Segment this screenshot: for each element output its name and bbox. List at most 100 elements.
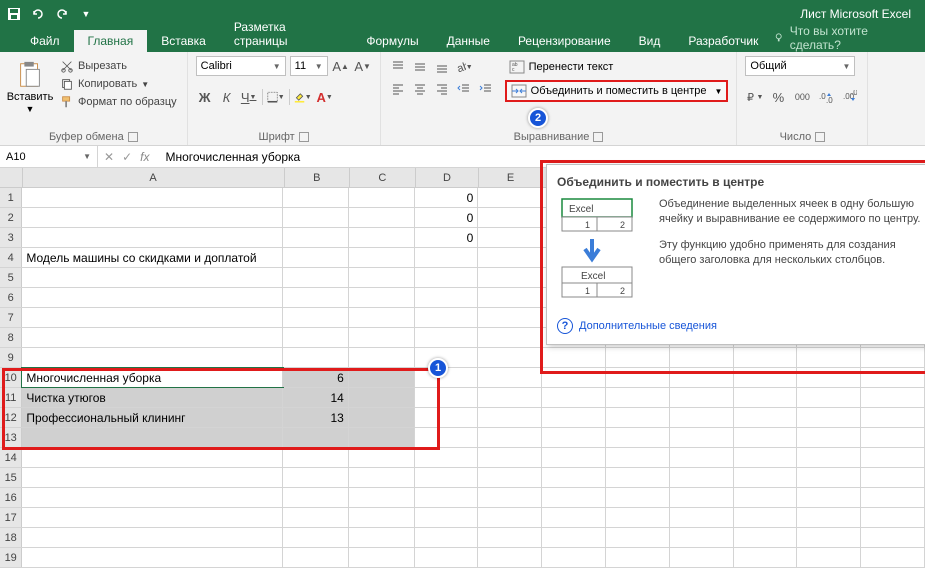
cell-I16[interactable] (734, 488, 798, 507)
cell-C12[interactable] (349, 408, 415, 427)
cell-J10[interactable] (797, 368, 861, 387)
alignment-launcher[interactable] (593, 132, 603, 142)
cell-E4[interactable] (478, 248, 542, 267)
cell-C1[interactable] (349, 188, 415, 207)
cell-C2[interactable] (349, 208, 415, 227)
cell-D1[interactable]: 0 (415, 188, 479, 207)
cell-C9[interactable] (349, 348, 415, 367)
cell-J19[interactable] (797, 548, 861, 567)
cell-A1[interactable] (22, 188, 283, 207)
cell-E17[interactable] (478, 508, 542, 527)
cell-J14[interactable] (797, 448, 861, 467)
row-header-14[interactable]: 14 (0, 448, 22, 467)
decrease-indent-icon[interactable] (455, 80, 473, 98)
cell-E11[interactable] (478, 388, 542, 407)
cell-B4[interactable] (283, 248, 349, 267)
cell-D8[interactable] (415, 328, 479, 347)
tab-file[interactable]: Файл (16, 30, 74, 52)
comma-style-icon[interactable]: 000 (793, 88, 811, 106)
cell-A7[interactable] (22, 308, 283, 327)
cell-D17[interactable] (415, 508, 479, 527)
cell-D5[interactable] (415, 268, 479, 287)
cell-C15[interactable] (349, 468, 415, 487)
row-header-9[interactable]: 9 (0, 348, 22, 367)
cell-H13[interactable] (670, 428, 734, 447)
cell-I9[interactable] (734, 348, 798, 367)
cell-J11[interactable] (797, 388, 861, 407)
cell-C10[interactable] (349, 368, 415, 387)
copy-button[interactable]: Копировать ▼ (58, 76, 179, 92)
cell-D14[interactable] (415, 448, 479, 467)
cell-C4[interactable] (349, 248, 415, 267)
tab-insert[interactable]: Вставка (147, 30, 220, 52)
cell-B19[interactable] (283, 548, 349, 567)
cell-F13[interactable] (542, 428, 606, 447)
cell-D12[interactable] (415, 408, 479, 427)
cell-E9[interactable] (478, 348, 542, 367)
cell-C16[interactable] (349, 488, 415, 507)
row-header-16[interactable]: 16 (0, 488, 22, 507)
cell-K10[interactable] (861, 368, 925, 387)
cell-J18[interactable] (797, 528, 861, 547)
cell-F9[interactable] (542, 348, 606, 367)
decrease-decimal-icon[interactable]: .00.0 (841, 88, 859, 106)
cell-J17[interactable] (797, 508, 861, 527)
name-box[interactable]: A10 ▼ (0, 146, 98, 167)
align-left-icon[interactable] (389, 80, 407, 98)
tab-formulas[interactable]: Формулы (352, 30, 432, 52)
cell-J13[interactable] (797, 428, 861, 447)
cell-B8[interactable] (283, 328, 349, 347)
cell-F14[interactable] (542, 448, 606, 467)
cell-G12[interactable] (606, 408, 670, 427)
cell-A2[interactable] (22, 208, 283, 227)
cell-K15[interactable] (861, 468, 925, 487)
fx-button[interactable]: fx (140, 150, 149, 164)
row-header-18[interactable]: 18 (0, 528, 22, 547)
cell-H17[interactable] (670, 508, 734, 527)
cell-A5[interactable] (22, 268, 283, 287)
row-header-17[interactable]: 17 (0, 508, 22, 527)
cell-G9[interactable] (606, 348, 670, 367)
cell-J9[interactable] (797, 348, 861, 367)
cell-C5[interactable] (349, 268, 415, 287)
cell-F16[interactable] (542, 488, 606, 507)
cell-B13[interactable] (283, 428, 349, 447)
cell-K16[interactable] (861, 488, 925, 507)
cell-B18[interactable] (283, 528, 349, 547)
formula-input[interactable]: Многочисленная уборка (155, 150, 925, 164)
cell-D6[interactable] (415, 288, 479, 307)
align-right-icon[interactable] (433, 80, 451, 98)
cell-A9[interactable] (22, 348, 283, 367)
cell-I14[interactable] (734, 448, 798, 467)
col-header-E[interactable]: E (479, 168, 543, 187)
cell-E3[interactable] (478, 228, 542, 247)
cell-K11[interactable] (861, 388, 925, 407)
cell-E18[interactable] (478, 528, 542, 547)
col-header-D[interactable]: D (416, 168, 480, 187)
tell-me-search[interactable]: Что вы хотите сделать? (772, 24, 925, 52)
cell-K18[interactable] (861, 528, 925, 547)
cell-E7[interactable] (478, 308, 542, 327)
cell-E16[interactable] (478, 488, 542, 507)
cell-I12[interactable] (734, 408, 798, 427)
cell-K9[interactable] (861, 348, 925, 367)
cell-J15[interactable] (797, 468, 861, 487)
row-header-5[interactable]: 5 (0, 268, 22, 287)
col-header-B[interactable]: B (285, 168, 351, 187)
tab-home[interactable]: Главная (74, 30, 148, 52)
cell-H12[interactable] (670, 408, 734, 427)
currency-icon[interactable]: ₽▼ (745, 88, 763, 106)
cell-G15[interactable] (606, 468, 670, 487)
cell-A15[interactable] (22, 468, 283, 487)
number-launcher[interactable] (815, 132, 825, 142)
cell-E6[interactable] (478, 288, 542, 307)
cell-D16[interactable] (415, 488, 479, 507)
col-header-A[interactable]: A (23, 168, 285, 187)
row-header-13[interactable]: 13 (0, 428, 22, 447)
cell-B16[interactable] (283, 488, 349, 507)
cell-H11[interactable] (670, 388, 734, 407)
cell-A19[interactable] (22, 548, 283, 567)
cell-G19[interactable] (606, 548, 670, 567)
cell-G14[interactable] (606, 448, 670, 467)
cell-D3[interactable]: 0 (415, 228, 479, 247)
